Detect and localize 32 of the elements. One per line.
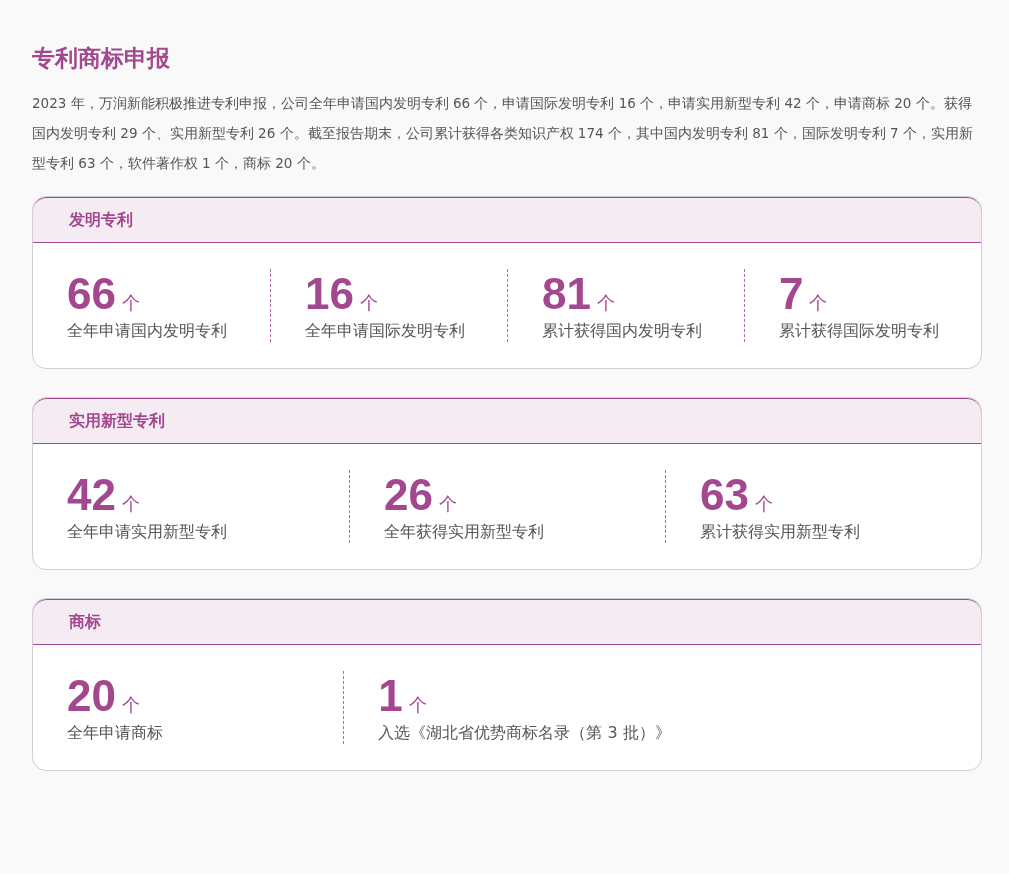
stat-label: 入选《湖北省优势商标名录（第 3 批）》 xyxy=(378,723,671,744)
stat-value: 42 xyxy=(67,470,116,520)
stat-value: 66 xyxy=(67,269,116,319)
stat-label: 全年获得实用新型专利 xyxy=(384,522,544,543)
stat-label: 全年申请国内发明专利 xyxy=(67,321,227,342)
stat-unit: 个 xyxy=(438,492,457,516)
stat-unit: 个 xyxy=(809,291,828,315)
stat-value: 20 xyxy=(67,671,116,721)
card-title: 发明专利 xyxy=(69,209,133,231)
stat-value: 81 xyxy=(542,269,591,319)
card-title: 商标 xyxy=(69,611,101,633)
card-title: 实用新型专利 xyxy=(69,410,165,432)
stat-label: 全年申请国际发明专利 xyxy=(305,321,465,342)
stat-value: 7 xyxy=(779,269,804,319)
stat-unit: 个 xyxy=(754,492,773,516)
intro-paragraph: 2023 年，万润新能积极推进专利申报，公司全年申请国内发明专利 66 个，申请国际发明专利 16 个，申请实用新型专利 42 个，申请商标 20 个。获得国内发明专利 29 个、实用新型专利 26 个。截至报告期末，公司累计获得各类知识产权 174 个，其中国内发明专利 81 个，国际发明专利 7 个，实用新型专利 63 个，软件著作权 1 个，商标 20 个。 xyxy=(32,94,974,173)
stat-unit: 个 xyxy=(596,291,615,315)
stat-unit: 个 xyxy=(359,291,378,315)
stat-unit: 个 xyxy=(121,291,140,315)
stat-label: 全年申请商标 xyxy=(67,723,163,744)
stat-value: 63 xyxy=(700,470,749,520)
stat-label: 累计获得国际发明专利 xyxy=(779,321,939,342)
stat-value: 16 xyxy=(305,269,354,319)
section-title: 专利商标申报 xyxy=(32,44,171,73)
stat-label: 累计获得实用新型专利 xyxy=(700,522,860,543)
stat-value: 1 xyxy=(378,671,403,721)
stat-unit: 个 xyxy=(121,693,140,717)
stat-unit: 个 xyxy=(408,693,427,717)
stat-value: 26 xyxy=(384,470,433,520)
stat-label: 累计获得国内发明专利 xyxy=(542,321,702,342)
stat-label: 全年申请实用新型专利 xyxy=(67,522,227,543)
stat-unit: 个 xyxy=(121,492,140,516)
